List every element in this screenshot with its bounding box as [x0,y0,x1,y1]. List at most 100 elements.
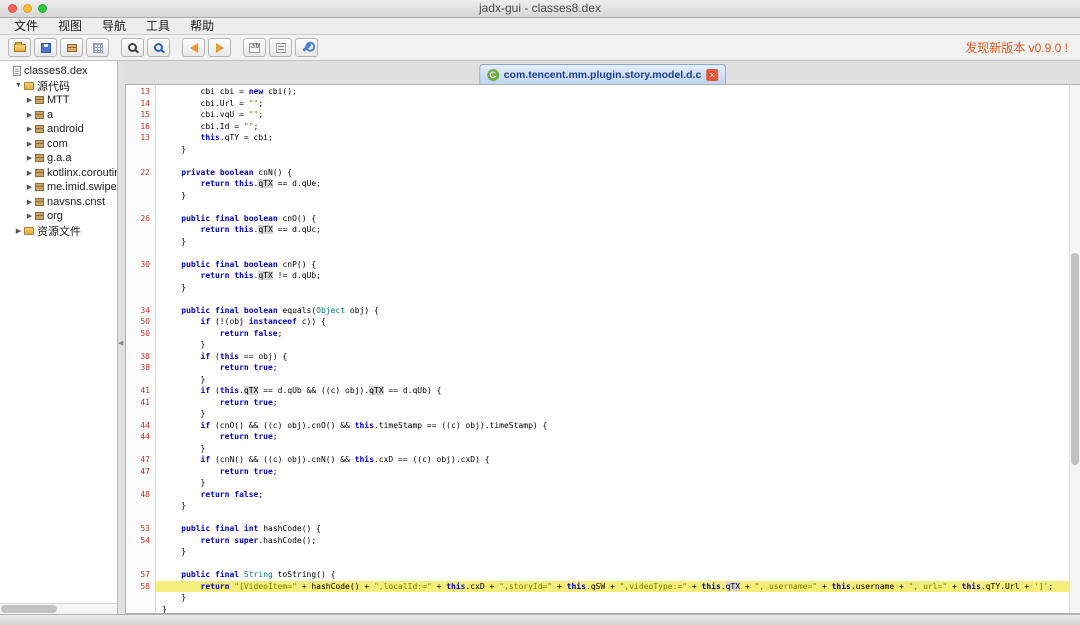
menu-item-file[interactable]: 文件 [4,18,48,34]
code-line[interactable]: 44 if (cnO() && ((c) obj).cnO() && this.… [126,420,1069,432]
code-line[interactable]: 13 this.qTY = cbi; [126,132,1069,144]
code-line[interactable]: } [126,604,1069,614]
code-line[interactable]: return this.qTX == d.qUe; [126,178,1069,190]
sidebar-item-pkg-me-imid-swipeback[interactable]: ▶me.imid.swipeb [0,180,117,195]
vertical-scrollbar[interactable] [1069,85,1080,613]
chevron-down-icon[interactable]: ▼ [14,82,23,89]
tab-class[interactable]: C com.tencent.mm.plugin.story.model.d.c … [479,64,727,84]
code-line[interactable]: 54 return super.hashCode(); [126,535,1069,547]
sidebar-item-pkg-a[interactable]: ▶a [0,108,117,123]
sidebar-item-pkg-org[interactable]: ▶org [0,209,117,224]
toolbar-save-all-button[interactable] [34,38,57,57]
code-line[interactable]: } [126,443,1069,455]
code-line[interactable]: 15 cbi.vqU = ""; [126,109,1069,121]
sidebar-horizontal-scrollbar[interactable] [0,603,117,614]
line-number [126,282,156,294]
code-line[interactable]: } [126,546,1069,558]
sidebar-item-pkg-kotlinx-coroutines[interactable]: ▶kotlinx.coroutin [0,166,117,181]
code-line[interactable]: 47 return true; [126,466,1069,478]
chevron-right-icon[interactable]: ▶ [14,227,23,235]
code-line[interactable]: 34 public final boolean equals(Object ob… [126,305,1069,317]
code-line[interactable]: 13 cbi cbi = new cbi(); [126,86,1069,98]
code-line[interactable] [126,201,1069,213]
menu-item-help[interactable]: 帮助 [180,18,224,34]
zoom-window-button[interactable] [38,4,47,13]
code-line[interactable]: 38 return true; [126,362,1069,374]
code-line[interactable]: } [126,592,1069,604]
code-line[interactable]: 48 return false; [126,489,1069,501]
menu-item-navigation[interactable]: 导航 [92,18,136,34]
chevron-right-icon[interactable]: ▶ [25,140,34,148]
code-line[interactable]: return this.qTX != d.qUb; [126,270,1069,282]
code-line[interactable]: 22 private boolean cnN() { [126,167,1069,179]
chevron-right-icon[interactable]: ▶ [25,111,34,119]
tab-close-icon[interactable]: × [706,69,718,81]
code-editor[interactable]: 13 cbi cbi = new cbi();14 cbi.Url = "";1… [125,84,1080,614]
menu-item-view[interactable]: 视图 [48,18,92,34]
toolbar-open-file-button[interactable] [8,38,31,57]
toolbar-deobfuscation-button[interactable] [243,38,266,57]
code-line[interactable]: } [126,282,1069,294]
code-line[interactable]: 41 if (this.qTX == d.qUb && ((c) obj).qT… [126,385,1069,397]
sidebar-item-pkg-g-a-a[interactable]: ▶g.a.a [0,151,117,166]
minimize-window-button[interactable] [23,4,32,13]
chevron-right-icon[interactable]: ▶ [25,212,34,220]
code-line[interactable]: 14 cbi.Url = ""; [126,98,1069,110]
toolbar-export-code-button[interactable] [60,38,83,57]
code-line[interactable]: 50 if (!(obj instanceof c)) { [126,316,1069,328]
sidebar-item-pkg-mtt[interactable]: ▶MTT [0,93,117,108]
code-line[interactable]: } [126,236,1069,248]
code-line[interactable]: 47 if (cnN() && ((c) obj).cnN() && this.… [126,454,1069,466]
code-line[interactable]: 26 public final boolean cnO() { [126,213,1069,225]
chevron-right-icon[interactable]: ▶ [25,154,34,162]
toolbar-class-search-button[interactable] [147,38,170,57]
code-line[interactable]: 53 public final int hashCode() { [126,523,1069,535]
code-line[interactable]: 50 return false; [126,328,1069,340]
code-line[interactable] [126,558,1069,570]
code-line[interactable]: 58 return "[VideoItem=" + hashCode() + "… [126,581,1069,593]
toolbar-log-viewer-button[interactable] [269,38,292,57]
code-line[interactable] [126,247,1069,259]
toolbar-text-search-button[interactable] [121,38,144,57]
code-line[interactable]: 57 public final String toString() { [126,569,1069,581]
sidebar-item-pkg-navsns-cnst[interactable]: ▶navsns.cnst [0,195,117,210]
update-notice-link[interactable]: 发现新版本 v0.9.0 ! [965,39,1072,56]
panel-splitter[interactable]: ◀ [118,61,125,614]
chevron-right-icon[interactable]: ▶ [25,183,34,191]
chevron-right-icon[interactable]: ▶ [25,125,34,133]
toolbar-back-button[interactable] [182,38,205,57]
code-line[interactable]: return this.qTX == d.qUc; [126,224,1069,236]
code-line[interactable]: 41 return true; [126,397,1069,409]
code-line[interactable]: } [126,408,1069,420]
close-window-button[interactable] [8,4,17,13]
sidebar-item-pkg-com[interactable]: ▶com [0,137,117,152]
toolbar-settings-button[interactable] [295,38,318,57]
code-line[interactable]: 44 return true; [126,431,1069,443]
menu-item-tools[interactable]: 工具 [136,18,180,34]
sidebar-item-classes8-dex[interactable]: classes8.dex [0,64,117,79]
code-line[interactable]: } [126,500,1069,512]
vertical-scrollbar-thumb[interactable] [1071,253,1079,465]
code-line[interactable] [126,293,1069,305]
code-line[interactable]: } [126,190,1069,202]
code-line[interactable]: } [126,477,1069,489]
toolbar-flat-packages-button[interactable] [86,38,109,57]
code-line[interactable]: } [126,144,1069,156]
code-line[interactable]: } [126,339,1069,351]
code-lines[interactable]: 13 cbi cbi = new cbi();14 cbi.Url = "";1… [126,85,1069,613]
code-line[interactable]: 30 public final boolean cnP() { [126,259,1069,271]
chevron-right-icon[interactable]: ▶ [25,169,34,177]
toolbar-forward-button[interactable] [208,38,231,57]
code-line[interactable]: 16 cbi.Id = ""; [126,121,1069,133]
horizontal-scrollbar-thumb[interactable] [1,605,57,613]
sidebar-item-pkg-android[interactable]: ▶android [0,122,117,137]
code-line[interactable]: } [126,374,1069,386]
collapse-sidebar-icon[interactable]: ◀ [118,339,123,347]
sidebar-item-source-code[interactable]: ▼源代码 [0,79,117,94]
sidebar-item-resource-files[interactable]: ▶资源文件 [0,224,117,239]
chevron-right-icon[interactable]: ▶ [25,96,34,104]
code-line[interactable] [126,155,1069,167]
code-line[interactable]: 38 if (this == obj) { [126,351,1069,363]
chevron-right-icon[interactable]: ▶ [25,198,34,206]
code-line[interactable] [126,512,1069,524]
